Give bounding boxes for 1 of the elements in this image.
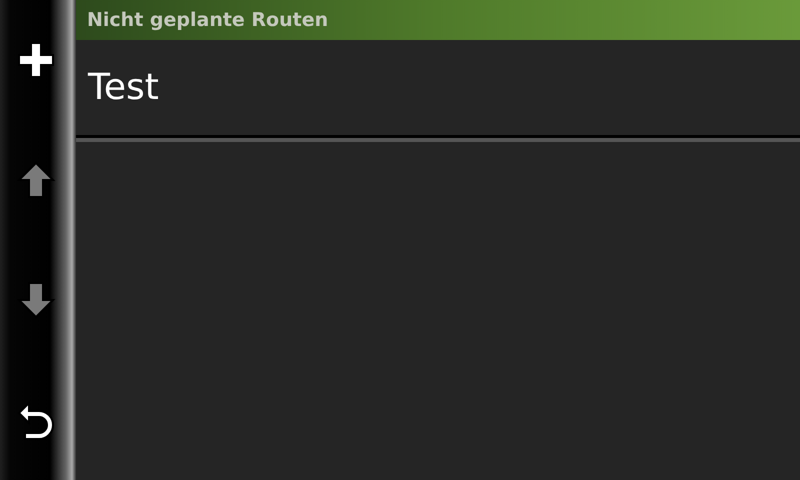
screen-title: Nicht geplante Routen (87, 9, 328, 31)
